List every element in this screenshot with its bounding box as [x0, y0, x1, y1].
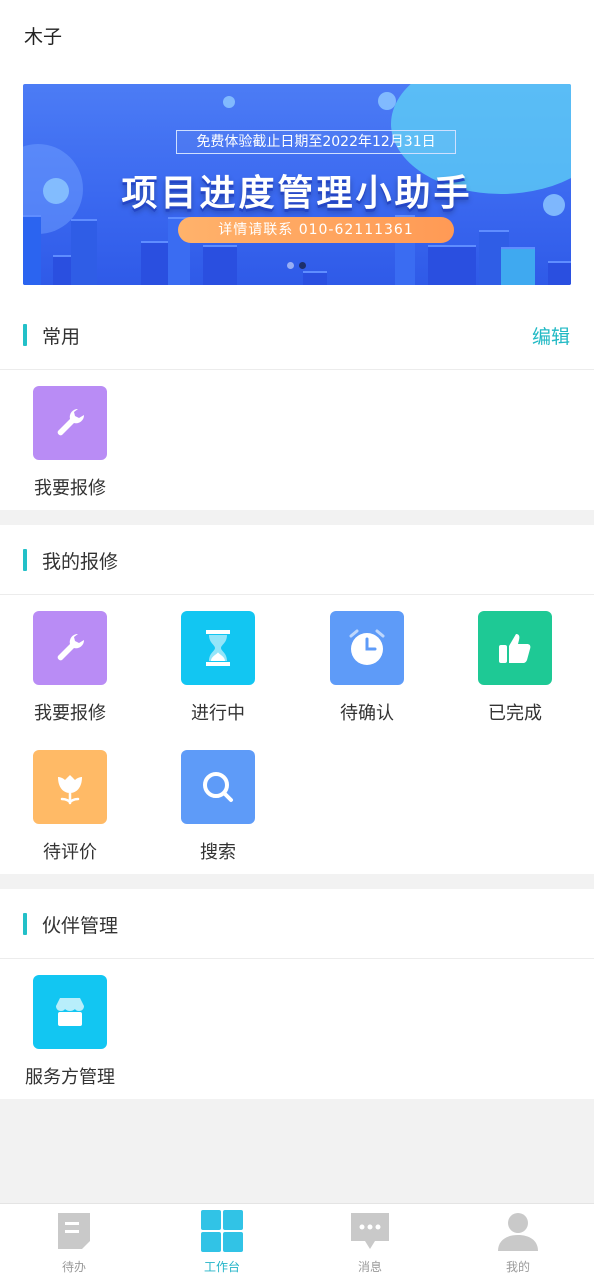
item-label: 我要报修	[34, 703, 106, 724]
wrench-icon	[33, 611, 107, 685]
repair-item-search[interactable]: 搜索	[158, 750, 278, 864]
section-title: 伙伴管理	[42, 915, 119, 937]
partner-item-service-provider[interactable]: 服务方管理	[10, 975, 130, 1089]
tab-todo[interactable]: 待办	[0, 1204, 148, 1280]
tab-label: 我的	[505, 1260, 530, 1274]
document-icon	[53, 1210, 95, 1252]
tab-me[interactable]: 我的	[444, 1204, 592, 1280]
store-icon	[33, 975, 107, 1049]
banner-decoration	[378, 92, 396, 110]
banner-decoration	[223, 96, 235, 108]
section-accent-bar	[23, 324, 27, 346]
tab-workbench[interactable]: 工作台	[148, 1204, 296, 1280]
search-icon	[181, 750, 255, 824]
banner-title: 项目进度管理小助手	[121, 173, 473, 214]
section-header: 常用 编辑	[0, 300, 594, 370]
edit-button[interactable]: 编辑	[532, 322, 570, 349]
repair-item-pending-review[interactable]: 待评价	[10, 750, 130, 864]
repair-item-pending-confirm[interactable]: 待确认	[307, 611, 427, 725]
repair-item-completed[interactable]: 已完成	[455, 611, 575, 725]
bottom-tab-bar: 待办 工作台 消息 我的	[0, 1203, 594, 1280]
section-title: 我的报修	[42, 551, 119, 573]
clock-icon	[330, 611, 404, 685]
common-section: 常用 编辑 我要报修	[0, 300, 594, 510]
wrench-icon	[33, 386, 107, 460]
section-accent-bar	[23, 913, 27, 935]
grid-icon	[201, 1210, 243, 1252]
item-label: 搜索	[200, 842, 236, 863]
section-title: 常用	[42, 326, 81, 348]
common-item-repair[interactable]: 我要报修	[10, 386, 130, 500]
pagination-dot[interactable]	[287, 262, 294, 269]
flower-icon	[33, 750, 107, 824]
item-label: 我要报修	[34, 478, 106, 499]
banner-subtitle: 免费体验截止日期至2022年12月31日	[176, 130, 456, 154]
banner-contact: 详情请联系 010-62111361	[178, 217, 454, 243]
section-header: 我的报修	[0, 525, 594, 595]
repair-item-report[interactable]: 我要报修	[10, 611, 130, 725]
tab-label: 工作台	[203, 1260, 240, 1274]
item-label: 待确认	[340, 703, 394, 724]
banner-pagination[interactable]	[287, 262, 306, 269]
item-label: 进行中	[191, 703, 245, 724]
person-icon	[497, 1210, 539, 1252]
banner[interactable]: 免费体验截止日期至2022年12月31日 项目进度管理小助手 详情请联系 010…	[23, 84, 571, 285]
thumbs-up-icon	[478, 611, 552, 685]
header: 木子 免费体验截止日期至2022年12月31日 项目进度管理小助手 详情请联系 …	[0, 0, 594, 300]
pagination-dot-active[interactable]	[299, 262, 306, 269]
my-repairs-section: 我的报修 我要报修 进行中 待确认 已完成 待评价 搜索	[0, 525, 594, 874]
hourglass-icon	[181, 611, 255, 685]
section-header: 伙伴管理	[0, 889, 594, 959]
section-accent-bar	[23, 549, 27, 571]
tab-label: 消息	[357, 1260, 382, 1274]
item-label: 服务方管理	[25, 1067, 115, 1088]
tab-messages[interactable]: 消息	[296, 1204, 444, 1280]
item-label: 待评价	[43, 842, 97, 863]
user-name: 木子	[24, 26, 63, 48]
partners-section: 伙伴管理 服务方管理	[0, 889, 594, 1099]
repair-item-in-progress[interactable]: 进行中	[158, 611, 278, 725]
item-label: 已完成	[488, 703, 542, 724]
chat-icon	[349, 1210, 391, 1252]
tab-label: 待办	[61, 1260, 86, 1274]
